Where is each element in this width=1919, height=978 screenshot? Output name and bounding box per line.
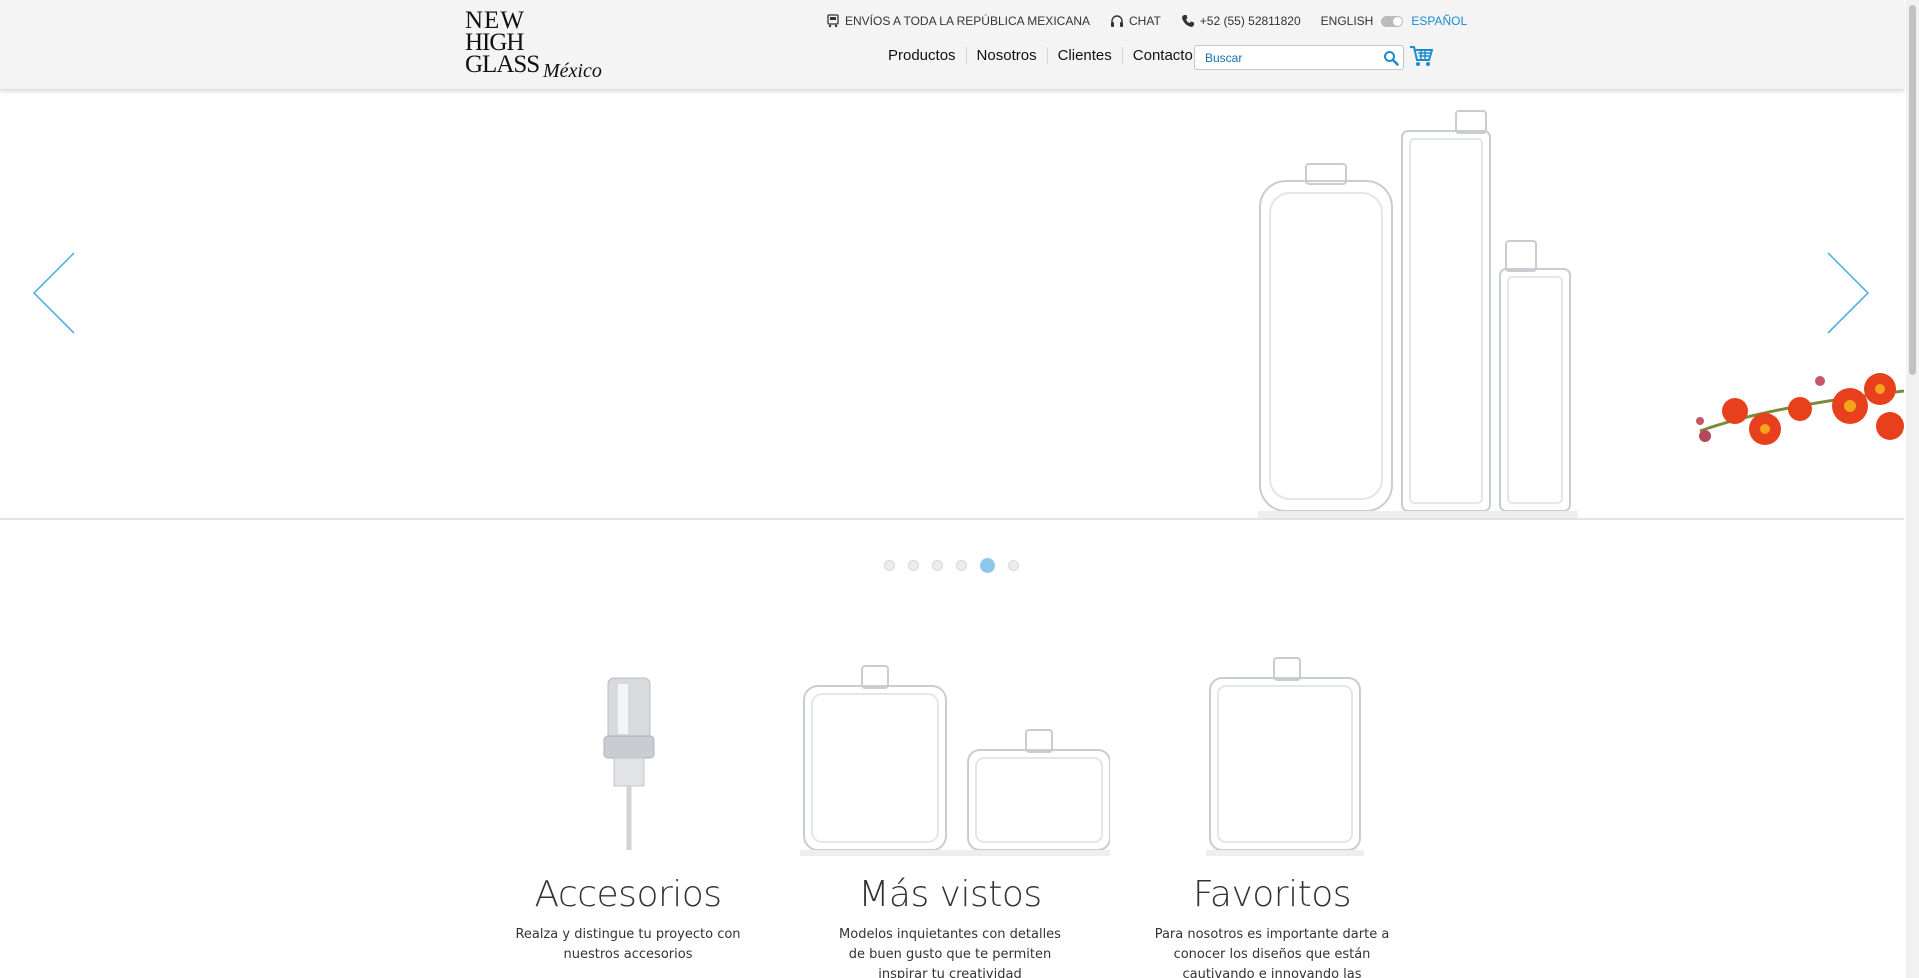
feature-accesorios[interactable]: Accesorios Realza y distingue tu proyect… — [478, 650, 778, 965]
favorite-bottle-illustration — [1206, 657, 1364, 856]
phone-number: +52 (55) 52811820 — [1199, 14, 1301, 28]
slide-bottles-image — [1258, 110, 1578, 518]
feature-description: Para nosotros es importante darte a cono… — [1154, 927, 1390, 978]
spray-pump-illustration — [603, 677, 655, 850]
lang-espanol[interactable]: ESPAÑOL — [1411, 14, 1467, 28]
logo-script: México — [543, 60, 602, 82]
slider-dot-1[interactable] — [884, 560, 895, 571]
lang-english[interactable]: ENGLISH — [1321, 14, 1374, 28]
search-icon[interactable] — [1383, 50, 1399, 66]
slider-pagination — [884, 558, 1032, 573]
mas-vistos-image — [800, 650, 1111, 860]
language-toggle[interactable] — [1381, 15, 1404, 27]
shipping-text: ENVÍOS A TODA LA REPÚBLICA MEXICANA — [845, 14, 1090, 28]
search-box — [1194, 45, 1404, 70]
chat-link[interactable]: CHAT — [1110, 14, 1161, 28]
headset-icon — [1111, 15, 1123, 27]
brand-logo[interactable]: NEW HIGH GLASS México — [465, 8, 605, 84]
main-nav: Productos Nosotros Clientes Contacto — [878, 47, 1203, 64]
slider-dot-5[interactable] — [980, 558, 995, 573]
search-input[interactable] — [1195, 46, 1370, 69]
logo-line-3: GLASS — [465, 51, 540, 78]
feature-mas-vistos[interactable]: Más vistos Modelos inquietantes con deta… — [800, 650, 1111, 978]
phone-link[interactable]: +52 (55) 52811820 — [1181, 14, 1301, 28]
phone-icon — [1181, 15, 1194, 27]
slider-dot-3[interactable] — [932, 560, 943, 571]
feature-favoritos[interactable]: Favoritos Para nosotros es importante da… — [1122, 650, 1422, 978]
favoritos-image — [1122, 650, 1422, 860]
feature-title: Favoritos — [1193, 874, 1352, 915]
scrollbar-thumb[interactable] — [1909, 5, 1916, 375]
feature-title: Accesorios — [534, 874, 722, 915]
nav-contacto[interactable]: Contacto — [1123, 47, 1203, 64]
truck-icon — [827, 14, 839, 28]
language-switch: ENGLISH ESPAÑOL — [1321, 14, 1468, 28]
feature-description: Realza y distingue tu proyecto con nuest… — [515, 927, 741, 962]
shipping-info: ENVÍOS A TODA LA REPÚBLICA MEXICANA — [826, 14, 1090, 28]
accesorios-image — [478, 650, 778, 860]
top-utility-bar: ENVÍOS A TODA LA REPÚBLICA MEXICANA CHAT… — [826, 13, 1467, 29]
feature-title: Más vistos — [858, 874, 1042, 915]
slider-prev-arrow-icon[interactable] — [32, 251, 76, 335]
nav-clientes[interactable]: Clientes — [1048, 47, 1123, 64]
slide-orchid-image — [1696, 373, 1904, 445]
hero-slider — [0, 91, 1904, 520]
feature-description: Modelos inquietantes con detalles de bue… — [839, 927, 1061, 978]
nav-productos[interactable]: Productos — [878, 47, 967, 64]
slider-dot-4[interactable] — [956, 560, 967, 571]
shopping-cart-icon[interactable] — [1409, 45, 1433, 67]
nav-nosotros[interactable]: Nosotros — [967, 47, 1048, 64]
slider-next-arrow-icon[interactable] — [1826, 251, 1870, 335]
site-header: NEW HIGH GLASS México ENVÍOS A TODA LA R… — [0, 0, 1904, 90]
square-bottles-illustration — [800, 665, 1111, 856]
slider-dot-6[interactable] — [1008, 560, 1019, 571]
page: NEW HIGH GLASS México ENVÍOS A TODA LA R… — [0, 0, 1919, 978]
page-scrollbar[interactable] — [1906, 0, 1919, 978]
chat-label: CHAT — [1129, 14, 1161, 28]
slider-dot-2[interactable] — [908, 560, 919, 571]
